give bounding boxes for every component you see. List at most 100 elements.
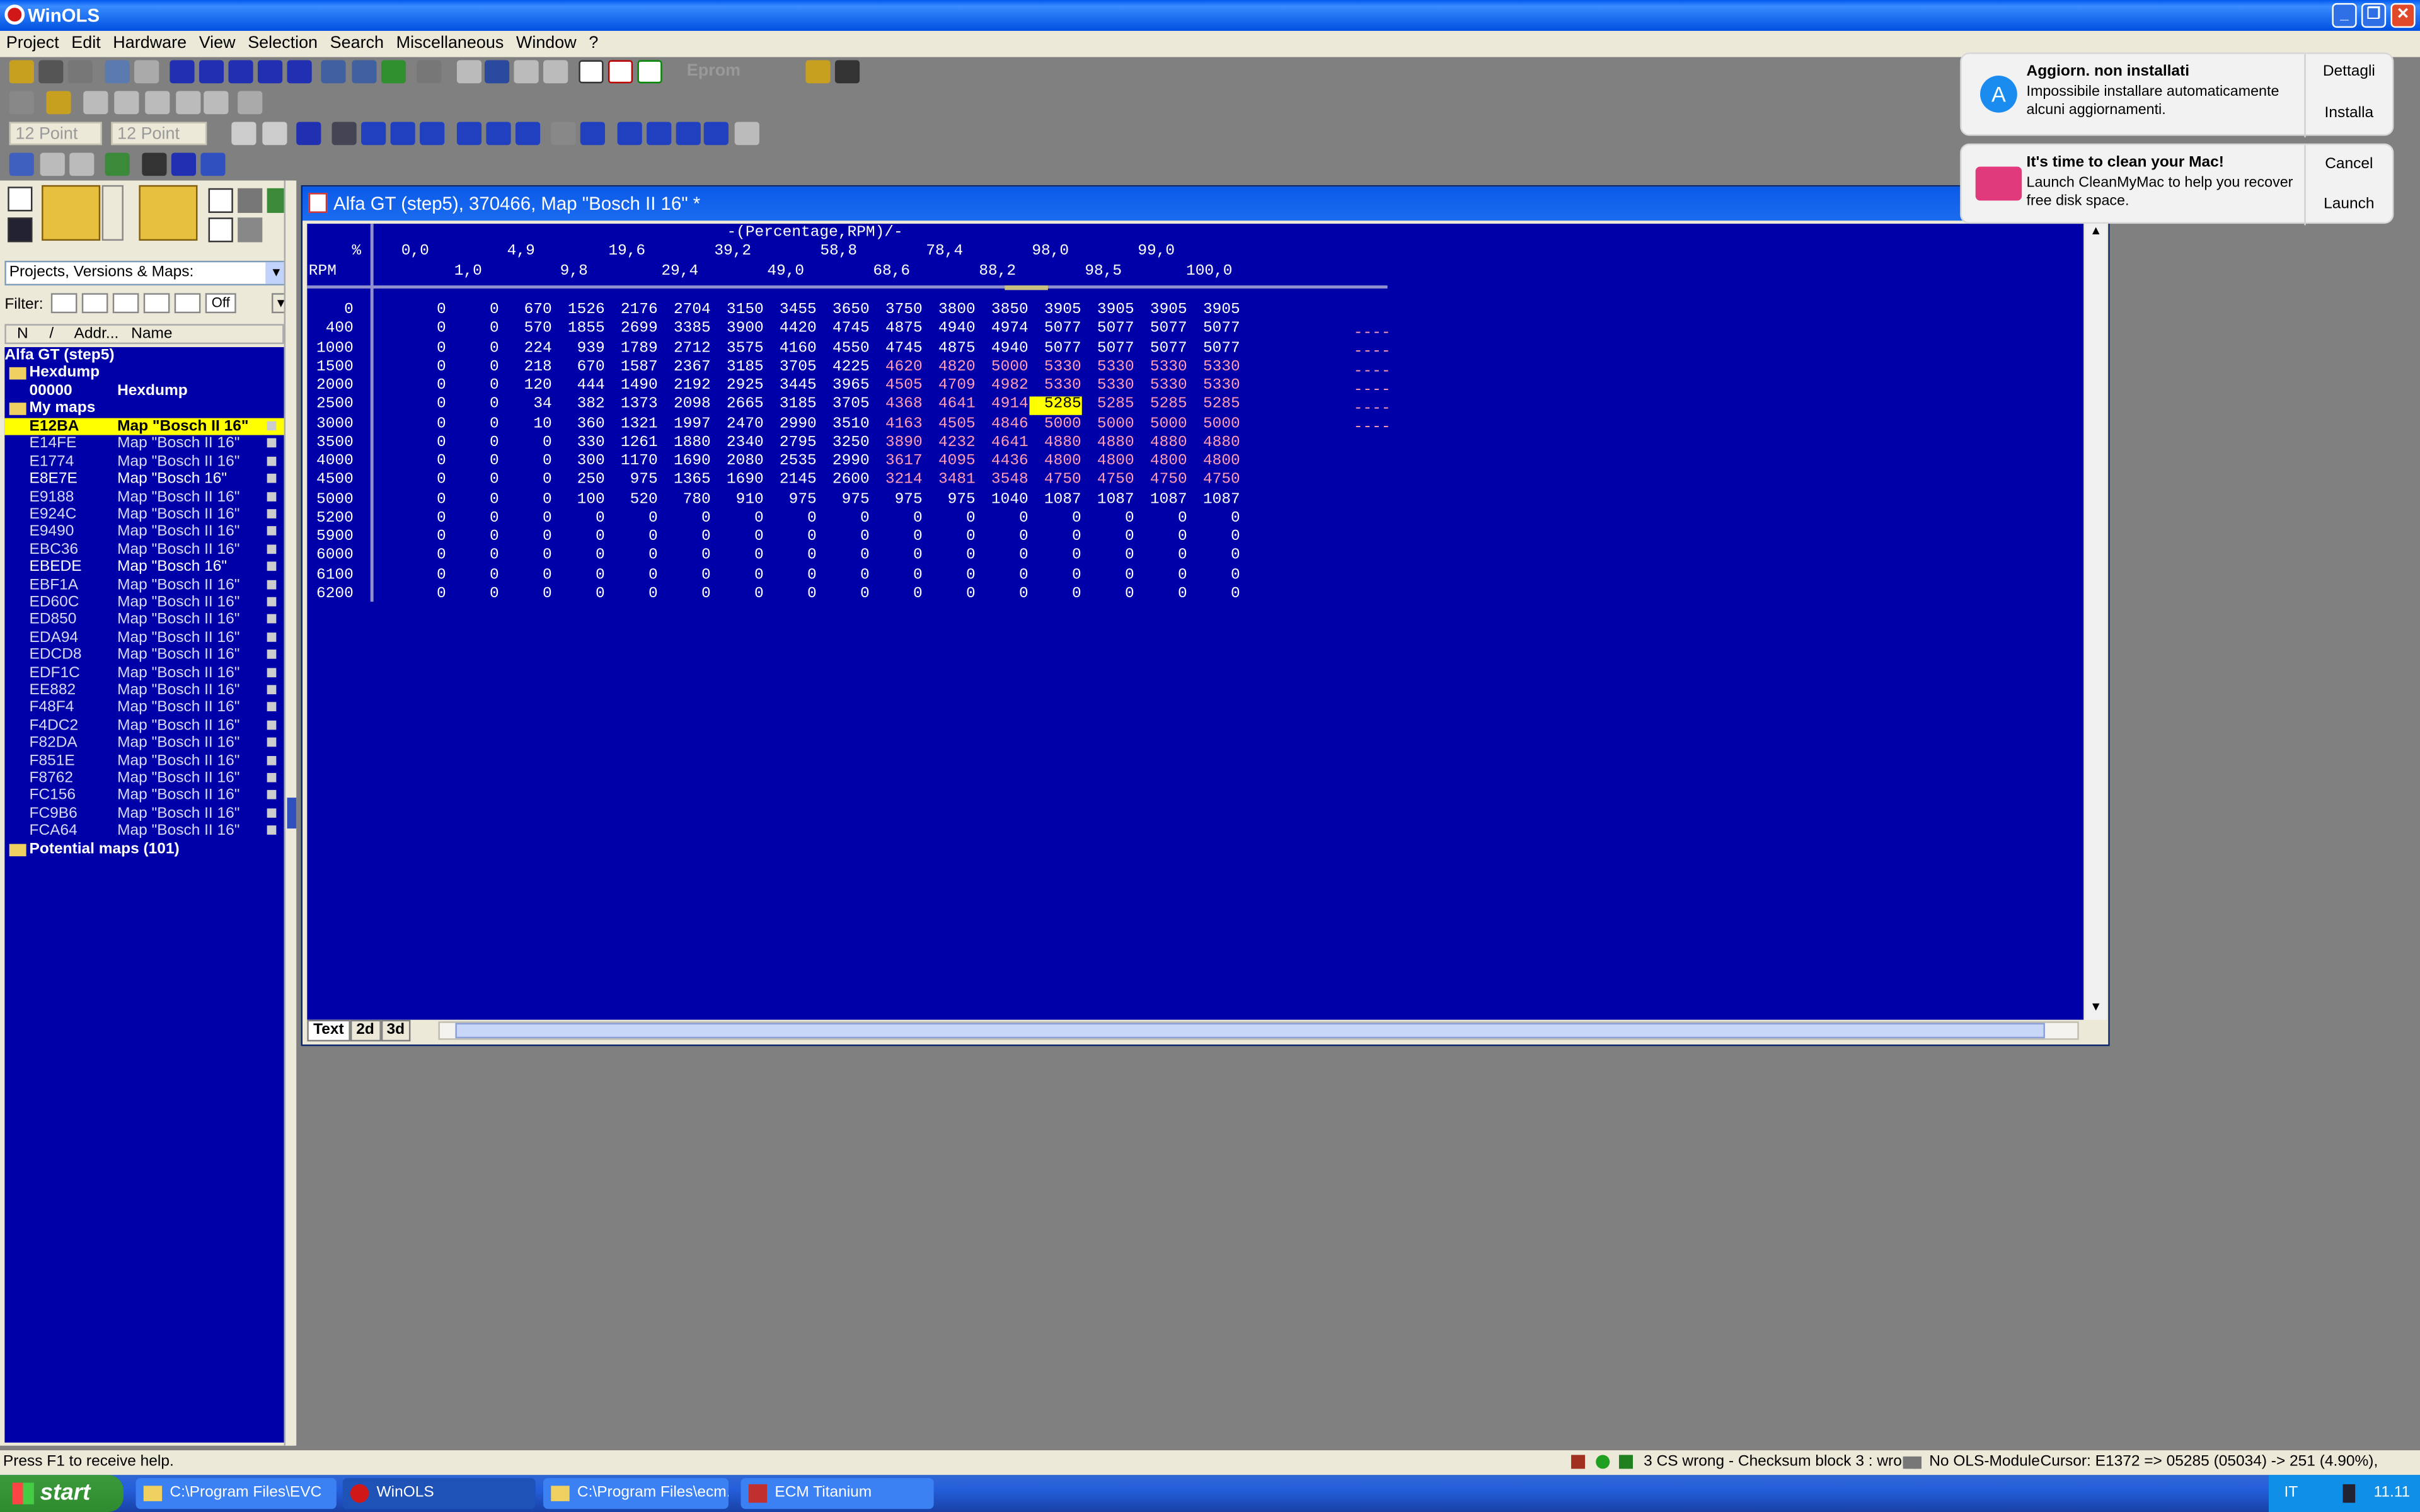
map-cell[interactable]: 4160 <box>764 340 817 358</box>
map-cell[interactable]: 3650 <box>817 302 870 321</box>
details-button[interactable]: Dettagli <box>2304 63 2394 80</box>
map-cell[interactable]: 0 <box>446 397 499 415</box>
next-icon[interactable] <box>257 60 283 84</box>
map-cell[interactable]: 0 <box>393 548 446 566</box>
map-cell[interactable]: 0 <box>446 586 499 604</box>
map-cell[interactable]: 5000 <box>1081 416 1134 434</box>
tool-icon[interactable] <box>390 122 415 146</box>
map-cell[interactable]: 0 <box>393 435 446 453</box>
map-cell[interactable]: 0 <box>658 586 711 604</box>
tree-map-item[interactable]: ED850 Map "Bosch II 16" <box>4 612 284 629</box>
tool-icon[interactable] <box>105 152 130 176</box>
taskbar-item-ecm-folder[interactable]: C:\Program Files\ecm... <box>543 1478 729 1509</box>
map-cell[interactable]: 0 <box>1134 586 1187 604</box>
map-cell[interactable]: 1087 <box>1081 491 1134 510</box>
map-cell[interactable]: 4163 <box>870 416 923 434</box>
tree-folder-mymaps[interactable]: My maps <box>4 399 284 416</box>
tool-icon[interactable] <box>105 60 130 84</box>
map-cell[interactable]: 0 <box>1028 510 1081 529</box>
map-cell[interactable]: 0 <box>446 510 499 529</box>
import-icon[interactable] <box>139 185 198 241</box>
map-cell[interactable]: 10 <box>499 416 551 434</box>
map-cell[interactable]: 4436 <box>976 454 1028 472</box>
map-cell[interactable]: 0 <box>446 302 499 321</box>
map-cell[interactable]: 2990 <box>764 416 817 434</box>
map-cell[interactable]: 0 <box>393 472 446 491</box>
map-cell[interactable]: 975 <box>764 491 817 510</box>
map-cell[interactable]: 2795 <box>764 435 817 453</box>
col-n[interactable]: N <box>17 326 28 343</box>
map-cell[interactable]: 0 <box>1028 548 1081 566</box>
map-cell[interactable]: 3510 <box>817 416 870 434</box>
menu-window[interactable]: Window <box>510 31 582 57</box>
map-cell[interactable]: 3905 <box>1134 302 1187 321</box>
map-cell[interactable]: 0 <box>658 548 711 566</box>
map-cell[interactable]: 1880 <box>658 435 711 453</box>
open-folder-icon[interactable] <box>42 185 101 241</box>
map-cell[interactable]: 4820 <box>923 359 976 377</box>
map-cell[interactable]: 5077 <box>1187 321 1240 340</box>
map-cell[interactable]: 0 <box>393 302 446 321</box>
map-cell[interactable]: 3481 <box>923 472 976 491</box>
map-cell[interactable]: 2176 <box>605 302 658 321</box>
map-cell[interactable]: 670 <box>499 302 552 321</box>
scroll-thumb[interactable] <box>455 1022 2045 1039</box>
org-icon[interactable] <box>734 122 759 146</box>
map-cell[interactable]: 0 <box>446 472 499 491</box>
map-cell[interactable]: 5000 <box>976 359 1028 377</box>
map-cell[interactable]: 5000 <box>1134 416 1187 434</box>
tool-icon[interactable] <box>208 217 233 243</box>
map-cell[interactable]: 0 <box>976 586 1028 604</box>
map-cell[interactable]: 3214 <box>870 472 923 491</box>
language-indicator[interactable]: IT <box>2284 1475 2298 1512</box>
map-cell[interactable]: 1087 <box>1187 491 1240 510</box>
tool-icon[interactable] <box>361 122 386 146</box>
map-cell[interactable]: 0 <box>552 586 605 604</box>
map-cell[interactable]: 3445 <box>764 378 817 396</box>
map-cell[interactable]: 0 <box>764 510 817 529</box>
map-cell[interactable]: 4620 <box>870 359 923 377</box>
map-cell[interactable]: 0 <box>605 548 658 566</box>
map-cell[interactable]: 5330 <box>1081 378 1134 396</box>
map-cell[interactable]: 975 <box>605 472 658 491</box>
map-cell[interactable]: 0 <box>552 548 605 566</box>
map-cell[interactable]: 5077 <box>1187 340 1240 358</box>
tray-icon[interactable] <box>2342 1484 2356 1503</box>
filter-button[interactable] <box>143 293 170 314</box>
map-cell[interactable]: 0 <box>446 359 499 377</box>
map-cell[interactable]: 4800 <box>1134 454 1187 472</box>
map-cell[interactable]: 0 <box>499 567 552 585</box>
tree-map-item[interactable]: F82DA Map "Bosch II 16" <box>4 735 284 752</box>
map-cell[interactable]: 0 <box>658 510 711 529</box>
map-cell[interactable]: 1526 <box>552 302 605 321</box>
map-cell[interactable]: 0 <box>1134 548 1187 566</box>
save-icon[interactable] <box>8 217 33 243</box>
map-cell[interactable]: 4505 <box>870 378 923 396</box>
map-cell[interactable]: 3965 <box>817 378 870 396</box>
map-cell[interactable]: 0 <box>1028 567 1081 585</box>
map-cell[interactable]: 300 <box>552 454 605 472</box>
tool-icon[interactable] <box>200 152 226 176</box>
tool-icon[interactable] <box>420 122 445 146</box>
map-cell[interactable]: 1087 <box>1028 491 1081 510</box>
map-cell[interactable]: 3890 <box>870 435 923 453</box>
percent-icon[interactable] <box>617 122 642 146</box>
checksum-status[interactable]: 3 CS wrong - Checksum block 3 : wrong <box>1644 1450 1919 1475</box>
map-cell[interactable]: 5330 <box>1081 359 1134 377</box>
menu-hardware[interactable]: Hardware <box>107 31 193 57</box>
tool-icon[interactable] <box>69 152 95 176</box>
close-button[interactable]: ✕ <box>2390 3 2416 28</box>
map-cell[interactable]: 4750 <box>1187 472 1240 491</box>
map-cell[interactable]: 3250 <box>817 435 870 453</box>
map-cell[interactable]: 3575 <box>711 340 764 358</box>
map-cell[interactable]: 3905 <box>1187 302 1240 321</box>
map-cell[interactable]: 0 <box>870 567 923 585</box>
tree-map-item[interactable]: E8E7E Map "Bosch 16" <box>4 471 284 488</box>
map-cell[interactable]: 0 <box>446 548 499 566</box>
map-cell[interactable]: 2712 <box>658 340 711 358</box>
map-cell[interactable]: 0 <box>446 567 499 585</box>
delta-icon[interactable] <box>647 122 672 146</box>
menu-miscellaneous[interactable]: Miscellaneous <box>390 31 510 57</box>
tree-map-item[interactable]: F4DC2 Map "Bosch II 16" <box>4 717 284 734</box>
print-icon[interactable] <box>67 60 93 84</box>
